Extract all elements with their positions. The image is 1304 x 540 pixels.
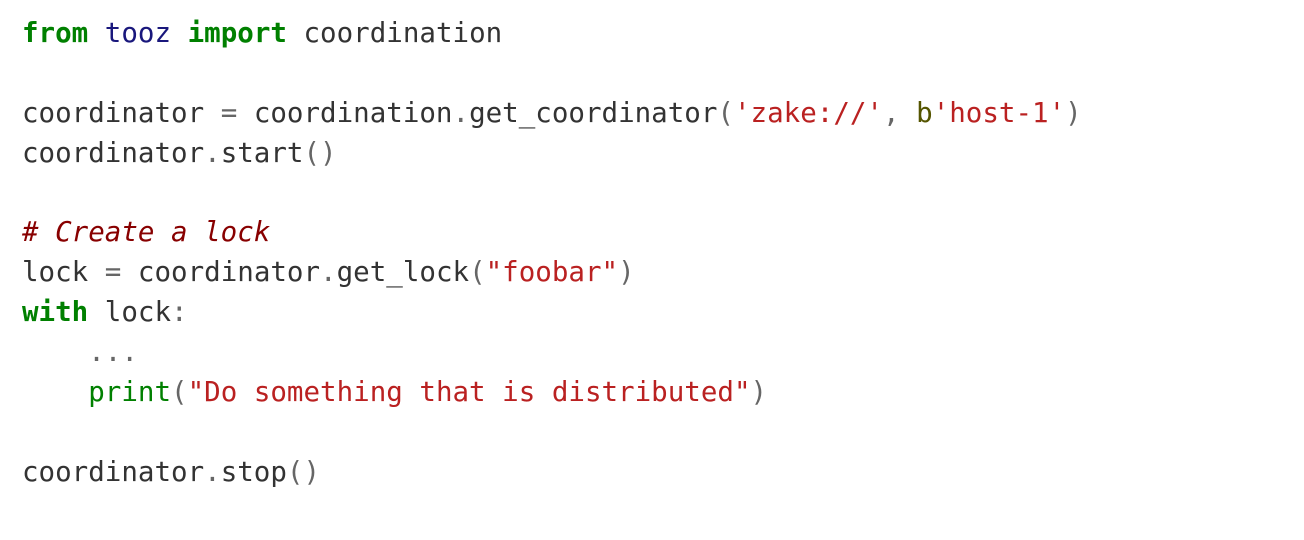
colon: : bbox=[171, 296, 188, 328]
module-name: tooz bbox=[105, 17, 171, 49]
function-name: start bbox=[221, 137, 304, 169]
function-name: get_coordinator bbox=[469, 97, 717, 129]
code-line: coordinator = coordination.get_coordinat… bbox=[22, 97, 1082, 129]
operator: . bbox=[320, 256, 337, 288]
identifier: lock bbox=[105, 296, 171, 328]
paren: ( bbox=[287, 456, 304, 488]
function-name: get_lock bbox=[337, 256, 469, 288]
paren: ) bbox=[320, 137, 337, 169]
comment: # Create a lock bbox=[22, 216, 270, 248]
operator: . bbox=[204, 456, 221, 488]
identifier: lock bbox=[22, 256, 88, 288]
paren: ) bbox=[751, 376, 768, 408]
builtin-print: print bbox=[88, 376, 171, 408]
string-literal: "foobar" bbox=[486, 256, 618, 288]
code-line: with lock: bbox=[22, 296, 188, 328]
code-block: from tooz import coordination coordinato… bbox=[0, 0, 1304, 507]
code-line: coordinator.stop() bbox=[22, 456, 320, 488]
paren: ( bbox=[171, 376, 188, 408]
paren: ( bbox=[303, 137, 320, 169]
identifier: coordinator bbox=[138, 256, 320, 288]
string-literal: 'host-1' bbox=[933, 97, 1065, 129]
operator: = bbox=[221, 97, 238, 129]
function-name: stop bbox=[221, 456, 287, 488]
code-line: coordinator.start() bbox=[22, 137, 337, 169]
paren: ) bbox=[618, 256, 635, 288]
keyword-from: from bbox=[22, 17, 88, 49]
code-line: from tooz import coordination bbox=[22, 17, 502, 49]
paren: ( bbox=[717, 97, 734, 129]
operator: . bbox=[204, 137, 221, 169]
ellipsis: ... bbox=[88, 336, 138, 368]
paren: ) bbox=[303, 456, 320, 488]
code-line: print("Do something that is distributed"… bbox=[22, 376, 767, 408]
code-line: lock = coordinator.get_lock("foobar") bbox=[22, 256, 635, 288]
paren: ( bbox=[469, 256, 486, 288]
string-literal: "Do something that is distributed" bbox=[188, 376, 751, 408]
identifier: coordinator bbox=[22, 137, 204, 169]
string-prefix: b bbox=[916, 97, 933, 129]
string-literal: 'zake://' bbox=[734, 97, 883, 129]
identifier: coordinator bbox=[22, 456, 204, 488]
import-name: coordination bbox=[304, 17, 503, 49]
code-line: ... bbox=[22, 336, 138, 368]
operator: . bbox=[453, 97, 470, 129]
comma: , bbox=[883, 97, 900, 129]
keyword-with: with bbox=[22, 296, 88, 328]
keyword-import: import bbox=[188, 17, 287, 49]
paren: ) bbox=[1065, 97, 1082, 129]
identifier: coordinator bbox=[22, 97, 204, 129]
code-line: # Create a lock bbox=[22, 216, 270, 248]
operator: = bbox=[105, 256, 122, 288]
identifier: coordination bbox=[254, 97, 453, 129]
